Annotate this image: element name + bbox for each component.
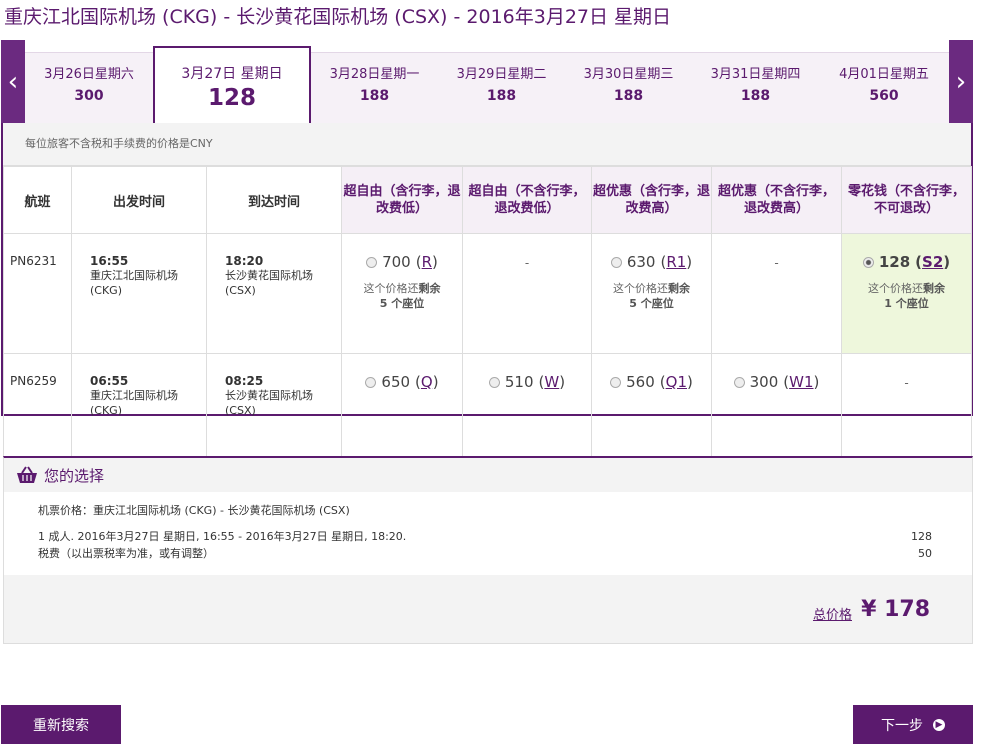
date-tab-0329[interactable]: 3月29日星期二 188 [438, 53, 565, 123]
basket-icon [16, 466, 38, 484]
flight-panel: 每位旅客不含税和手续费的价格是CNY 航班 出发时间 到达时间 超自由（含行李，… [1, 123, 973, 465]
new-search-button[interactable]: 重新搜索 [1, 705, 121, 744]
prev-dates-button[interactable]: ‹ [1, 40, 25, 123]
radio-icon[interactable] [610, 376, 622, 388]
next-dates-button[interactable]: › [949, 40, 973, 123]
radio-icon[interactable] [610, 256, 622, 268]
depart-cell: 16:55 重庆江北国际机场 (CKG) [71, 233, 207, 354]
page-title: 重庆江北国际机场 (CKG) - 长沙黄花国际机场 (CSX) - 2016年3… [4, 6, 672, 28]
col-depart: 出发时间 [71, 166, 207, 234]
your-choice-panel: 您的选择 机票价格：重庆江北国际机场 (CKG) - 长沙黄花国际机场 (CSX… [3, 456, 973, 644]
col-fare-4: 超优惠（不含行李，退改费高） [711, 166, 842, 234]
flights-table: 航班 出发时间 到达时间 超自由（含行李，退改费低） 超自由（不含行李，退改费低… [3, 166, 972, 465]
fare-option[interactable]: 650 (Q) [341, 353, 463, 465]
total-price-link[interactable]: 总价格 [813, 604, 852, 623]
total-bar: 总价格 ¥ 178 [4, 575, 972, 643]
col-fare-2: 超自由（不含行李，退改费低） [462, 166, 592, 234]
fare-code-link[interactable]: W1 [789, 373, 813, 391]
fare-option[interactable]: 560 (Q1) [591, 353, 712, 465]
col-fare-1: 超自由（含行李，退改费低） [341, 166, 463, 234]
arrow-right-circle-icon: ▶ [933, 718, 945, 731]
date-tab-0327-selected[interactable]: 3月27日 星期日 128 [153, 46, 311, 123]
depart-cell: 06:55 重庆江北国际机场 (CKG) [71, 353, 207, 465]
date-tab-0326[interactable]: 3月26日星期六 300 [25, 53, 153, 123]
col-fare-5: 零花钱（不含行李，不可退改） [841, 166, 972, 234]
fare-option[interactable]: 630 (R1) 这个价格还剩余 5 个座位 [591, 233, 712, 354]
seats-remaining: 这个价格还剩余 1 个座位 [868, 282, 945, 310]
date-strip: ‹ 3月26日星期六 300 3月27日 星期日 128 3月28日星期一 188 3… [1, 40, 973, 124]
date-tab-0331[interactable]: 3月31日星期四 188 [692, 53, 819, 123]
choice-header: 您的选择 [4, 458, 972, 492]
fare-option-selected[interactable]: 128 (S2) 这个价格还剩余 1 个座位 [841, 233, 972, 354]
fare-code-link[interactable]: Q1 [666, 373, 687, 391]
radio-icon[interactable] [733, 376, 745, 388]
fare-code-link[interactable]: Q [421, 373, 433, 391]
radio-icon[interactable] [365, 376, 377, 388]
radio-icon[interactable] [488, 376, 500, 388]
fare-option[interactable]: 510 (W) [462, 353, 592, 465]
arrive-cell: 08:25 长沙黄花国际机场 (CSX) [206, 353, 342, 465]
fare-unavailable: - [462, 233, 592, 354]
fare-code-link[interactable]: S2 [922, 253, 943, 271]
radio-icon[interactable] [366, 256, 378, 268]
flight-number: PN6231 [3, 233, 72, 354]
fare-line: 1 成人. 2016年3月27日 星期日, 16:55 - 2016年3月27日… [38, 530, 932, 543]
date-tab-0330[interactable]: 3月30日星期三 188 [565, 53, 692, 123]
seats-remaining: 这个价格还剩余 5 个座位 [363, 282, 441, 310]
col-flight: 航班 [3, 166, 72, 234]
date-tab-0328[interactable]: 3月28日星期一 188 [311, 53, 438, 123]
choice-title: 您的选择 [44, 466, 105, 485]
table-header-row: 航班 出发时间 到达时间 超自由（含行李，退改费低） 超自由（不含行李，退改费低… [3, 166, 972, 234]
fare-code-link[interactable]: R1 [666, 253, 686, 271]
fare-option[interactable]: 700 (R) 这个价格还剩余 5 个座位 [341, 233, 463, 354]
date-tabs: 3月26日星期六 300 3月27日 星期日 128 3月28日星期一 188 3月2… [25, 46, 949, 124]
tax-line: 税费（以出票税率为准，或有调整） 50 [38, 547, 932, 560]
chevron-left-icon: ‹ [7, 66, 19, 97]
flight-number: PN6259 [3, 353, 72, 465]
fare-unavailable: - [711, 233, 842, 354]
price-note: 每位旅客不含税和手续费的价格是CNY [3, 123, 971, 166]
route-line: 机票价格：重庆江北国际机场 (CKG) - 长沙黄花国际机场 (CSX) [38, 504, 350, 517]
col-fare-3: 超优惠（含行李，退改费高） [591, 166, 712, 234]
fare-unavailable: - [841, 353, 972, 465]
next-step-button[interactable]: 下一步 ▶ [853, 705, 973, 744]
table-row: PN6259 06:55 重庆江北国际机场 (CKG) 08:25 长沙黄花国际机场(… [3, 353, 972, 465]
fare-code-link[interactable]: W [544, 373, 559, 391]
seats-remaining: 这个价格还剩余 5 个座位 [613, 282, 690, 310]
table-row: PN6231 16:55 重庆江北国际机场 (CKG) 18:20 长沙黄花国际机场(… [3, 233, 972, 354]
radio-selected-icon[interactable] [862, 256, 874, 268]
fare-option[interactable]: 300 (W1) [711, 353, 842, 465]
date-tab-0401[interactable]: 4月01日星期五 560 [819, 53, 949, 123]
total-price-value: ¥ 178 [861, 597, 930, 622]
arrive-cell: 18:20 长沙黄花国际机场 (CSX) [206, 233, 342, 354]
chevron-right-icon: › [955, 66, 967, 97]
choice-details: 机票价格：重庆江北国际机场 (CKG) - 长沙黄花国际机场 (CSX) 1 成… [4, 492, 972, 562]
fare-code-link[interactable]: R [422, 253, 432, 271]
col-arrive: 到达时间 [206, 166, 342, 234]
